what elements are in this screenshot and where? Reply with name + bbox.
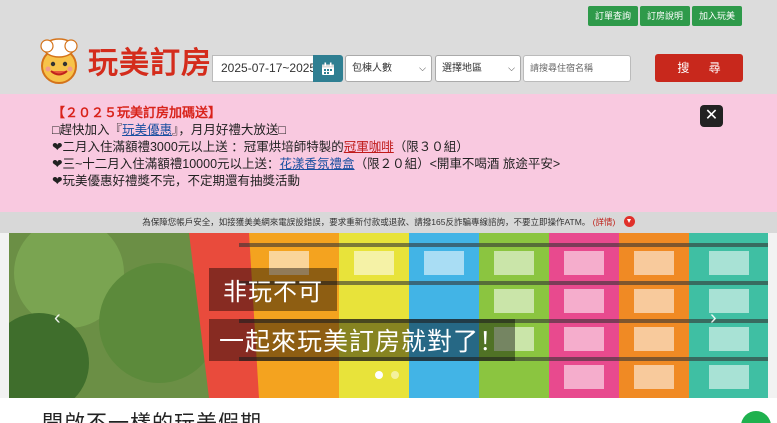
content-section: 開啟不一樣的玩美假期: [0, 398, 777, 423]
chef-mascot-icon: [34, 36, 84, 84]
security-notice: 為保障您帳戶安全，如接獲美美網來電誤設錯誤，要求重新付款或退款、請撥165反詐騙…: [0, 212, 777, 233]
chevron-down-icon: ⌵: [419, 63, 426, 73]
banner-caption-2: 一起來玩美訂房就對了！: [209, 319, 516, 361]
chevron-down-icon: ⌵: [508, 63, 515, 73]
gift-box-link[interactable]: 花漾香氛禮盒: [280, 157, 355, 171]
region-select[interactable]: 選擇地區 ⌵: [435, 55, 521, 82]
slide-dot[interactable]: [391, 371, 399, 379]
slide-indicators: [375, 371, 399, 379]
site-logo[interactable]: 玩美訂房: [34, 36, 212, 84]
calendar-icon: [322, 62, 334, 75]
date-range-input[interactable]: 2025-07-17~2025-07-18: [212, 55, 313, 82]
search-button[interactable]: 搜 尋: [655, 54, 743, 82]
promo-title: 【２０２５玩美訂房加碼送】: [52, 105, 222, 120]
calendar-button[interactable]: [313, 55, 343, 82]
promo-offers-link[interactable]: 玩美優惠: [122, 123, 172, 137]
logo-text: 玩美訂房: [88, 46, 212, 81]
promo-line-3: ❤三~十二月入住滿額禮10000元以上送：花漾香氛禮盒（限２０組）<開車不喝酒 …: [52, 157, 561, 171]
top-links: 訂單查詢 訂房說明 加入玩美: [588, 6, 743, 26]
next-slide-arrow[interactable]: ›: [710, 307, 717, 330]
prev-slide-arrow[interactable]: ‹: [54, 307, 61, 330]
notice-text: 為保障您帳戶安全，如接獲美美網來電誤設錯誤，要求重新付款或退款、請撥165反詐騙…: [142, 217, 591, 227]
site-header: 訂單查詢 訂房說明 加入玩美 玩美訂房 2025-07-17~2025-07-1…: [0, 0, 777, 94]
promo-line-4: ❤玩美優惠好禮獎不完，不定期還有抽獎活動: [52, 174, 300, 188]
guest-count-select[interactable]: 包棟人數 ⌵: [345, 55, 432, 82]
champion-coffee-link[interactable]: 冠軍咖啡: [344, 140, 394, 154]
promo-line-1: □趕快加入『玩美優惠』，月月好禮大放送□: [52, 123, 286, 137]
section-heading: 開啟不一樣的玩美假期: [42, 407, 262, 423]
line-chat-button[interactable]: [741, 411, 771, 423]
hero-banner: 非玩不可 一起來玩美訂房就對了！ ‹ ›: [9, 233, 768, 398]
notice-detail-link[interactable]: (詳情): [593, 217, 616, 227]
promo-line-2: ❤二月入住滿額禮3000元以上送 ：冠軍烘培師特製的冠軍咖啡（限３０組）: [52, 140, 469, 154]
banner-caption-1: 非玩不可: [209, 268, 337, 311]
order-query-link[interactable]: 訂單查詢: [588, 6, 639, 26]
accommodation-search-input[interactable]: 請搜尋住宿名稱: [523, 55, 631, 82]
close-promo-button[interactable]: ✕: [700, 105, 723, 127]
region-value: 選擇地區: [442, 63, 482, 74]
booking-guide-link[interactable]: 訂房說明: [640, 6, 691, 26]
guest-count-value: 包棟人數: [352, 63, 392, 74]
promo-panel: 【２０２５玩美訂房加碼送】 □趕快加入『玩美優惠』，月月好禮大放送□ ❤二月入住…: [0, 94, 777, 212]
join-link[interactable]: 加入玩美: [692, 6, 743, 26]
slide-dot[interactable]: [375, 371, 383, 379]
expand-down-icon[interactable]: [623, 216, 635, 228]
